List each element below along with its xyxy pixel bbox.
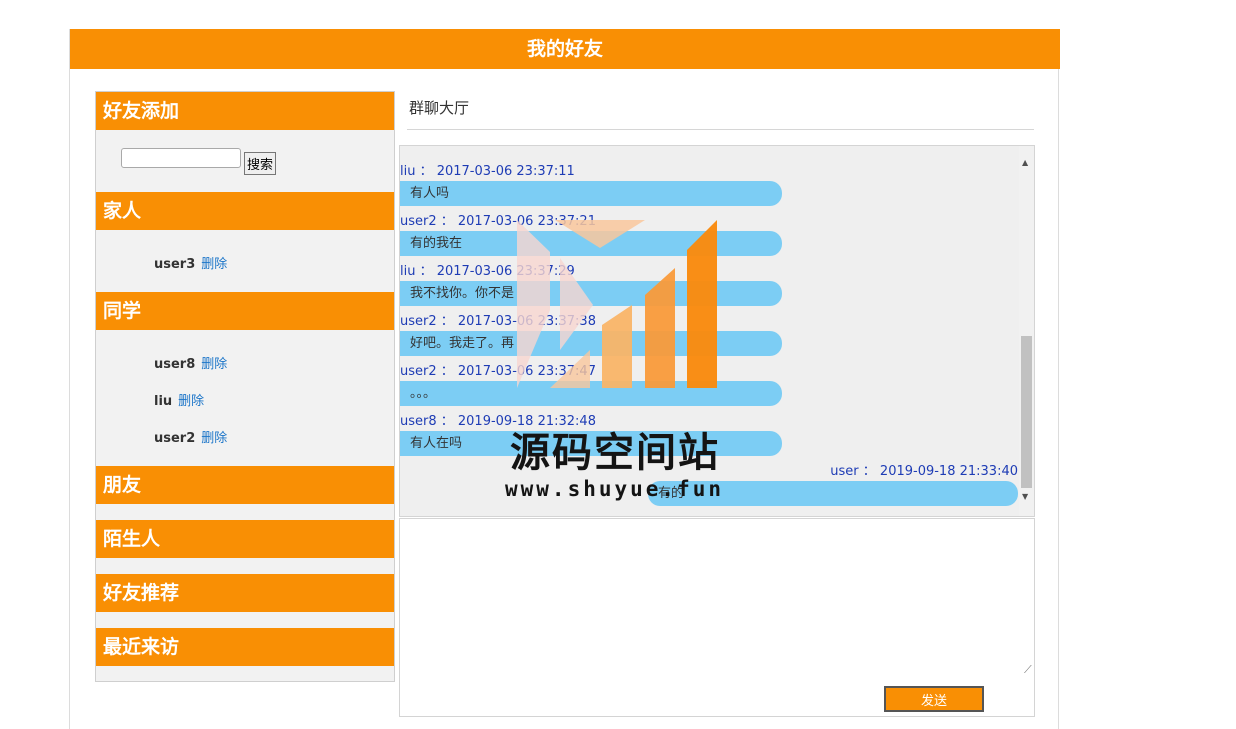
scroll-up-icon[interactable]: ▲ (1022, 158, 1028, 167)
message-meta: user2 ： 2017-03-06 23:37:38 (400, 314, 596, 329)
delete-link[interactable]: 删除 (201, 357, 227, 372)
friend-item: liu 删除 (154, 390, 204, 409)
delete-link[interactable]: 删除 (178, 394, 204, 409)
resize-grip-icon[interactable]: ⟋ (1024, 663, 1032, 677)
group-header-strangers[interactable]: 陌生人 (96, 520, 394, 558)
group-header-classmates[interactable]: 同学 (96, 292, 394, 330)
group-header-friends[interactable]: 朋友 (96, 466, 394, 504)
message-bubble: 我不找你。你不是 (400, 281, 782, 306)
message-meta-self: user ： 2019-09-18 21:33:40 (830, 464, 1018, 479)
sidebar: 好友添加 搜索 家人 user3 删除 同学 user8 删除 liu 删除 user… (95, 91, 395, 682)
group-header-recent-visitors[interactable]: 最近来访 (96, 628, 394, 666)
delete-link[interactable]: 删除 (201, 257, 227, 272)
message-meta: user2 ： 2017-03-06 23:37:47 (400, 364, 596, 379)
message-meta: liu ： 2017-03-06 23:37:29 (400, 264, 575, 279)
friend-name[interactable]: user3 (154, 257, 195, 272)
message-meta: liu ： 2017-03-06 23:37:11 (400, 164, 575, 179)
scroll-down-icon[interactable]: ▼ (1022, 492, 1028, 501)
message-meta: user2 ： 2017-03-06 23:37:21 (400, 214, 596, 229)
message-bubble: 好吧。我走了。再 (400, 331, 782, 356)
message-bubble: 有的我在 (400, 231, 782, 256)
friend-item: user3 删除 (154, 253, 227, 272)
watermark-url: www.shuyue.fun (505, 477, 725, 501)
watermark-text: 源码空间站 (510, 430, 720, 476)
message-scrollbar[interactable]: ▲ ▼ (1019, 146, 1034, 516)
message-bubble: 有人吗 (400, 181, 782, 206)
send-button[interactable]: 发送 (884, 686, 984, 712)
main-frame: 我的好友 好友添加 搜索 家人 user3 删除 同学 user8 删除 liu 删除… (69, 29, 1060, 729)
scroll-thumb[interactable] (1021, 336, 1032, 488)
friend-name[interactable]: user2 (154, 431, 195, 446)
page-title: 我的好友 (70, 29, 1060, 69)
friend-item: user8 删除 (154, 353, 227, 372)
search-button[interactable]: 搜索 (244, 152, 276, 175)
delete-link[interactable]: 删除 (201, 431, 227, 446)
message-bubble: 。。。 (400, 381, 782, 406)
friend-item: user2 删除 (154, 427, 227, 446)
chat-room-title: 群聊大厅 (407, 97, 1034, 130)
search-input[interactable] (121, 148, 241, 168)
add-friend-header: 好友添加 (96, 92, 394, 130)
group-header-recommended[interactable]: 好友推荐 (96, 574, 394, 612)
group-header-family[interactable]: 家人 (96, 192, 394, 230)
friend-name[interactable]: user8 (154, 357, 195, 372)
friend-name[interactable]: liu (154, 394, 172, 409)
